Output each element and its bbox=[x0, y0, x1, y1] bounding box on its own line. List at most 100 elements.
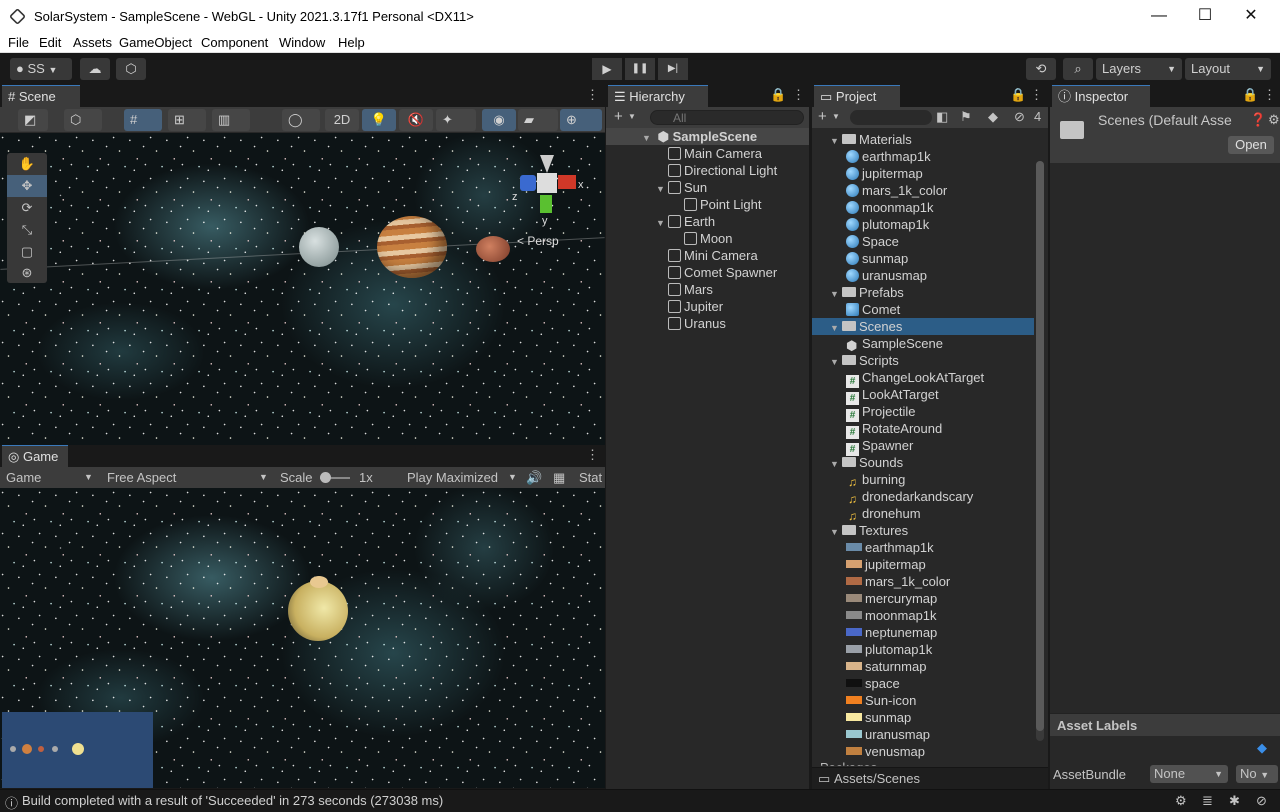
effects-dropdown[interactable]: ✦ bbox=[436, 109, 476, 131]
hierarchy-item[interactable]: Main Camera bbox=[656, 145, 762, 162]
scene-viewport[interactable]: ✋ ✥ ⟳ ⤡ ▢ ⊛ x z y < Persp bbox=[0, 133, 605, 445]
expand-icon[interactable]: ▼ bbox=[656, 215, 668, 232]
increment-snap-button[interactable]: ⊞ bbox=[168, 109, 206, 131]
planet-moon[interactable] bbox=[310, 576, 328, 588]
shading-button[interactable]: ⬡ bbox=[64, 109, 102, 131]
lock-icon[interactable]: 🔒 bbox=[770, 87, 786, 103]
project-asset[interactable]: mars_1k_color bbox=[846, 573, 950, 590]
hierarchy-item[interactable]: Uranus bbox=[656, 315, 726, 332]
play-mode-dropdown[interactable]: Play Maximized bbox=[407, 470, 498, 485]
lighting-toggle[interactable]: 💡 bbox=[362, 109, 396, 131]
project-folder[interactable]: ▼ Textures bbox=[830, 522, 908, 539]
project-search-input[interactable] bbox=[850, 110, 932, 125]
hierarchy-item[interactable]: Jupiter bbox=[656, 298, 723, 315]
speaker-icon[interactable]: 🔊 bbox=[526, 470, 542, 486]
settings-icon[interactable]: ⚙ bbox=[1268, 112, 1280, 128]
collab-button[interactable]: ⬡ bbox=[116, 58, 146, 80]
account-dropdown[interactable]: ● SS ▼ bbox=[10, 58, 72, 80]
more-options-icon[interactable]: ⋮ bbox=[586, 447, 599, 463]
project-asset[interactable]: ♫ burning bbox=[846, 471, 905, 489]
display-dropdown[interactable]: Game bbox=[6, 470, 41, 485]
history-button[interactable]: ⟲ bbox=[1026, 58, 1056, 80]
move-tool[interactable]: ✥ bbox=[7, 175, 47, 197]
project-asset[interactable]: # ChangeLookAtTarget bbox=[846, 369, 984, 388]
project-asset[interactable]: plutomap1k bbox=[846, 216, 929, 233]
open-button[interactable]: Open bbox=[1228, 136, 1274, 154]
draw-mode-button[interactable]: ◩ bbox=[18, 109, 48, 131]
project-folder[interactable]: ▼ Scenes bbox=[812, 318, 1034, 335]
scrollbar-thumb[interactable] bbox=[1036, 161, 1044, 731]
stats-button[interactable]: Stat bbox=[579, 470, 602, 485]
expand-icon[interactable]: ▼ bbox=[830, 133, 842, 150]
mode-2d-button[interactable]: 2D bbox=[325, 109, 359, 131]
project-asset[interactable]: saturnmap bbox=[846, 658, 926, 675]
hierarchy-item[interactable]: Directional Light bbox=[656, 162, 777, 179]
perspective-label[interactable]: < Persp bbox=[517, 234, 559, 248]
hidden-eye-icon[interactable]: ⊘ bbox=[1014, 109, 1025, 125]
expand-icon[interactable]: ▼ bbox=[830, 320, 842, 337]
camera-dropdown[interactable]: ▰ bbox=[518, 109, 558, 131]
scene-root-row[interactable]: ▼ ⬢ SampleScene bbox=[606, 128, 809, 145]
expand-icon[interactable]: ▼ bbox=[830, 524, 842, 541]
project-asset[interactable]: earthmap1k bbox=[846, 539, 934, 556]
project-asset[interactable]: Space bbox=[846, 233, 899, 250]
keyboard-icon[interactable]: ▦ bbox=[553, 470, 565, 486]
menu-edit[interactable]: Edit bbox=[39, 35, 61, 50]
audio-toggle[interactable]: 🔇 bbox=[399, 109, 433, 131]
more-options-icon[interactable]: ⋮ bbox=[586, 87, 599, 103]
project-asset[interactable]: jupitermap bbox=[846, 165, 923, 182]
gizmos-dropdown[interactable]: ⊕ bbox=[560, 109, 602, 131]
project-asset[interactable]: venusmap bbox=[846, 743, 925, 760]
layers-dropdown[interactable]: Layers ▼ bbox=[1096, 58, 1182, 80]
project-asset[interactable]: uranusmap bbox=[846, 267, 927, 284]
search-button[interactable]: ⌕ bbox=[1063, 58, 1093, 80]
menu-window[interactable]: Window bbox=[279, 35, 325, 50]
more-options-icon[interactable]: ⋮ bbox=[1030, 87, 1043, 103]
project-asset[interactable]: uranusmap bbox=[846, 726, 930, 743]
hierarchy-item[interactable]: Point Light bbox=[672, 196, 761, 213]
visibility-toggle[interactable]: ◉ bbox=[482, 109, 516, 131]
project-asset[interactable]: ♫ dronedarkandscary bbox=[846, 488, 973, 506]
hierarchy-item[interactable]: Mars bbox=[656, 281, 713, 298]
progress-icon[interactable]: ⊘ bbox=[1256, 793, 1267, 809]
asset-bundle-dropdown[interactable]: None ▼ bbox=[1150, 765, 1228, 783]
lock-icon[interactable]: 🔒 bbox=[1010, 87, 1026, 103]
layers-status-icon[interactable]: ≣ bbox=[1202, 793, 1213, 809]
debug-icon[interactable]: ⚙ bbox=[1175, 793, 1187, 809]
hierarchy-item[interactable]: ▼ Earth bbox=[656, 213, 715, 230]
planet-mars[interactable] bbox=[476, 236, 510, 262]
hierarchy-item[interactable]: ▼ Sun bbox=[656, 179, 707, 196]
hierarchy-search-input[interactable] bbox=[650, 110, 804, 125]
project-asset[interactable]: Comet bbox=[846, 301, 900, 318]
project-folder[interactable]: ▼ Scripts bbox=[830, 352, 899, 369]
add-icon[interactable]: + bbox=[818, 108, 827, 125]
project-asset[interactable]: sunmap bbox=[846, 709, 911, 726]
pause-button[interactable]: ❚❚ bbox=[625, 58, 655, 80]
menu-assets[interactable]: Assets bbox=[73, 35, 112, 50]
lock-icon[interactable]: 🔒 bbox=[1242, 87, 1258, 103]
minimize-button[interactable]: — bbox=[1136, 4, 1182, 28]
menu-component[interactable]: Component bbox=[201, 35, 268, 50]
tab-hierarchy[interactable]: ☰ Hierarchy bbox=[608, 85, 708, 107]
maximize-button[interactable]: ☐ bbox=[1182, 4, 1228, 28]
bug-icon[interactable]: ✱ bbox=[1229, 793, 1240, 809]
filter-label-icon[interactable]: ⚑ bbox=[960, 109, 972, 125]
ruler-button[interactable]: ▥ bbox=[212, 109, 250, 131]
tab-project[interactable]: ▭ Project bbox=[814, 85, 900, 107]
project-folder[interactable]: ▼ Prefabs bbox=[830, 284, 904, 301]
project-asset[interactable]: mercurymap bbox=[846, 590, 937, 607]
close-button[interactable]: ✕ bbox=[1228, 4, 1274, 28]
help-icon[interactable]: ❓ bbox=[1250, 112, 1266, 128]
project-asset[interactable]: mars_1k_color bbox=[846, 182, 947, 199]
tab-scene[interactable]: # Scene bbox=[2, 85, 80, 107]
cloud-button[interactable]: ☁ bbox=[80, 58, 110, 80]
step-button[interactable]: ▶| bbox=[658, 58, 688, 80]
tag-icon[interactable]: ◆ bbox=[1257, 740, 1267, 756]
project-scrollbar[interactable] bbox=[1036, 161, 1044, 741]
transform-tool[interactable]: ⊛ bbox=[7, 263, 47, 283]
filter-type-icon[interactable]: ◧ bbox=[936, 109, 948, 125]
aspect-dropdown[interactable]: Free Aspect bbox=[107, 470, 176, 485]
play-button[interactable]: ▶ bbox=[592, 58, 622, 80]
rotate-tool[interactable]: ⟳ bbox=[7, 197, 47, 219]
rect-tool[interactable]: ▢ bbox=[7, 241, 47, 263]
